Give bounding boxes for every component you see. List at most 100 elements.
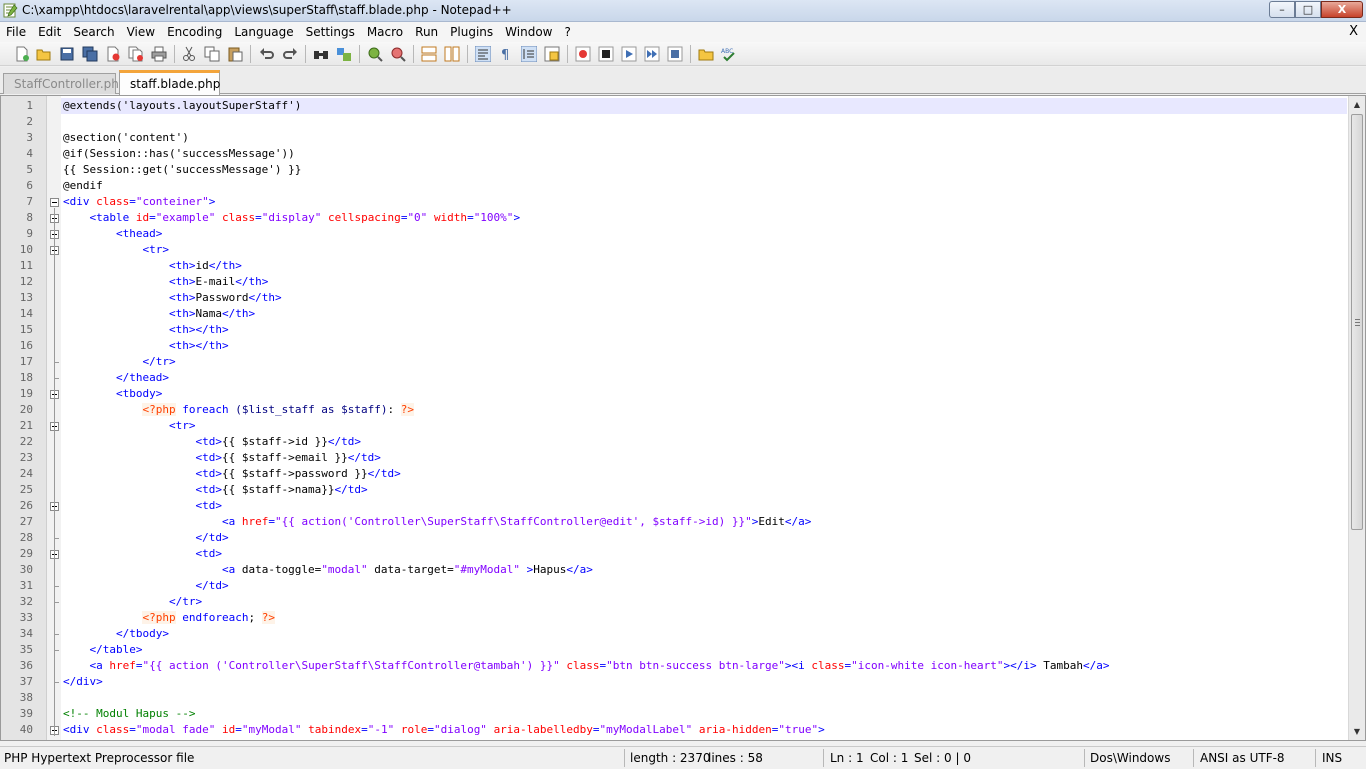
paste-icon[interactable] — [227, 46, 243, 62]
status-encoding[interactable]: ANSI as UTF-8 — [1196, 747, 1285, 769]
copy-icon[interactable] — [204, 46, 220, 62]
record-macro-icon[interactable] — [575, 46, 591, 62]
new-file-icon[interactable] — [14, 46, 30, 62]
scroll-down-arrow[interactable]: ▼ — [1349, 723, 1365, 740]
menu-run[interactable]: Run — [409, 22, 444, 42]
save-all-icon[interactable] — [82, 46, 98, 62]
menu-plugins[interactable]: Plugins — [444, 22, 499, 42]
menu-macro[interactable]: Macro — [361, 22, 409, 42]
code-line[interactable]: <td> — [61, 546, 1347, 562]
title-bar[interactable]: C:\xampp\htdocs\laravelrental\app\views\… — [0, 0, 1366, 22]
code-line[interactable]: <?php foreach ($list_staff as $staff): ?… — [61, 402, 1347, 418]
status-eol-format[interactable]: Dos\Windows — [1086, 747, 1170, 769]
find-icon[interactable] — [313, 46, 329, 62]
menu-search[interactable]: Search — [67, 22, 120, 42]
menu-view[interactable]: View — [121, 22, 161, 42]
code-editor[interactable]: 1 2 3 4 5 6 7 8 9 10 11 12 13 14 15 16 17 18 19 20 21 22 23 24 2… — [0, 95, 1366, 741]
code-line[interactable]: <th>Nama</th> — [61, 306, 1347, 322]
scroll-up-arrow[interactable]: ▲ — [1349, 96, 1365, 113]
code-line[interactable]: <table id="example" class="display" cell… — [61, 210, 1347, 226]
code-line[interactable]: <div class="modal fade" id="myModal" tab… — [61, 722, 1347, 738]
menu-edit[interactable]: Edit — [32, 22, 67, 42]
code-line[interactable]: <td>{{ $staff->password }}</td> — [61, 466, 1347, 482]
menu-encoding[interactable]: Encoding — [161, 22, 228, 42]
show-all-chars-icon[interactable]: ¶ — [498, 46, 514, 62]
spell-check-icon[interactable]: ABC — [721, 46, 737, 62]
code-line[interactable]: </table> — [61, 642, 1347, 658]
zoom-out-icon[interactable] — [390, 46, 406, 62]
code-line[interactable]: <th>Password</th> — [61, 290, 1347, 306]
word-wrap-icon[interactable] — [475, 46, 491, 62]
code-line[interactable]: </tr> — [61, 354, 1347, 370]
code-line[interactable]: @section('content') — [61, 130, 1347, 146]
code-token: "#myModal" — [453, 563, 520, 576]
menu-file[interactable]: File — [0, 22, 32, 42]
code-line[interactable]: </td> — [61, 530, 1347, 546]
code-line[interactable] — [61, 114, 1347, 130]
close-file-icon[interactable] — [105, 46, 121, 62]
stop-record-icon[interactable] — [598, 46, 614, 62]
code-line[interactable]: <th>id</th> — [61, 258, 1347, 274]
code-line[interactable]: <th></th> — [61, 338, 1347, 354]
vertical-scrollbar[interactable]: ▲ ▼ — [1348, 96, 1365, 740]
menu-help[interactable]: ? — [558, 22, 576, 42]
code-line[interactable]: </thead> — [61, 370, 1347, 386]
code-line[interactable]: <!-- Modul Hapus --> — [61, 706, 1347, 722]
menu-window[interactable]: Window — [499, 22, 558, 42]
code-line[interactable]: <td>{{ $staff->email }}</td> — [61, 450, 1347, 466]
cut-icon[interactable] — [181, 46, 197, 62]
menu-settings[interactable]: Settings — [300, 22, 361, 42]
code-line[interactable]: </td> — [61, 578, 1347, 594]
user-defined-lang-icon[interactable] — [544, 46, 560, 62]
zoom-in-icon[interactable] — [367, 46, 383, 62]
play-macro-icon[interactable] — [621, 46, 637, 62]
close-all-icon[interactable] — [128, 46, 144, 62]
code-line[interactable]: @endif — [61, 178, 1347, 194]
code-line[interactable] — [61, 690, 1347, 706]
code-line[interactable]: </tbody> — [61, 626, 1347, 642]
close-document-button[interactable]: X — [1349, 22, 1358, 42]
code-line[interactable]: <div class="conteiner"> — [61, 194, 1347, 210]
open-file-icon[interactable] — [36, 46, 52, 62]
code-line[interactable]: <tr> — [61, 242, 1347, 258]
code-line[interactable]: @if(Session::has('successMessage')) — [61, 146, 1347, 162]
code-line[interactable]: <?php endforeach; ?> — [61, 610, 1347, 626]
sync-vertical-icon[interactable] — [421, 46, 437, 62]
code-token: href — [109, 659, 136, 672]
code-line[interactable]: {{ Session::get('successMessage') }} — [61, 162, 1347, 178]
menu-language[interactable]: Language — [228, 22, 299, 42]
code-line[interactable]: <td> — [61, 498, 1347, 514]
code-line[interactable]: </tr> — [61, 594, 1347, 610]
minimize-button[interactable]: – — [1269, 1, 1295, 18]
indent-guide-icon[interactable] — [521, 46, 537, 62]
save-icon[interactable] — [59, 46, 75, 62]
save-macro-icon[interactable] — [667, 46, 683, 62]
code-line[interactable]: <tr> — [61, 418, 1347, 434]
replace-icon[interactable] — [336, 46, 352, 62]
fold-toggle-icon[interactable] — [50, 198, 59, 207]
code-line[interactable]: <thead> — [61, 226, 1347, 242]
maximize-button[interactable]: □ — [1295, 1, 1321, 18]
tab-staff-blade[interactable]: staff.blade.php — [119, 70, 220, 95]
sync-horizontal-icon[interactable] — [444, 46, 460, 62]
code-line[interactable]: <a href="{{ action ('Controller\SuperSta… — [61, 658, 1347, 674]
undo-icon[interactable] — [259, 46, 275, 62]
code-line[interactable]: <th></th> — [61, 322, 1347, 338]
redo-icon[interactable] — [282, 46, 298, 62]
tab-staffcontroller[interactable]: StaffController.php — [3, 73, 127, 94]
folder-as-workspace-icon[interactable] — [698, 46, 714, 62]
run-macro-multiple-icon[interactable] — [644, 46, 660, 62]
print-icon[interactable] — [151, 46, 167, 62]
code-line[interactable]: </div> — [61, 674, 1347, 690]
close-window-button[interactable]: X — [1321, 1, 1363, 18]
code-area[interactable]: @extends('layouts.layoutSuperStaff') @sec… — [61, 98, 1347, 738]
code-line[interactable]: <th>E-mail</th> — [61, 274, 1347, 290]
code-line[interactable]: <td>{{ $staff->id }}</td> — [61, 434, 1347, 450]
code-line[interactable]: <tbody> — [61, 386, 1347, 402]
code-line[interactable]: @extends('layouts.layoutSuperStaff') — [61, 98, 1347, 114]
code-line[interactable]: <td>{{ $staff->nama}}</td> — [61, 482, 1347, 498]
code-line[interactable]: <a data-toggle="modal" data-target="#myM… — [61, 562, 1347, 578]
scroll-thumb[interactable] — [1351, 114, 1363, 530]
code-token: tabindex — [308, 723, 362, 736]
code-line[interactable]: <a href="{{ action('Controller\SuperStaf… — [61, 514, 1347, 530]
